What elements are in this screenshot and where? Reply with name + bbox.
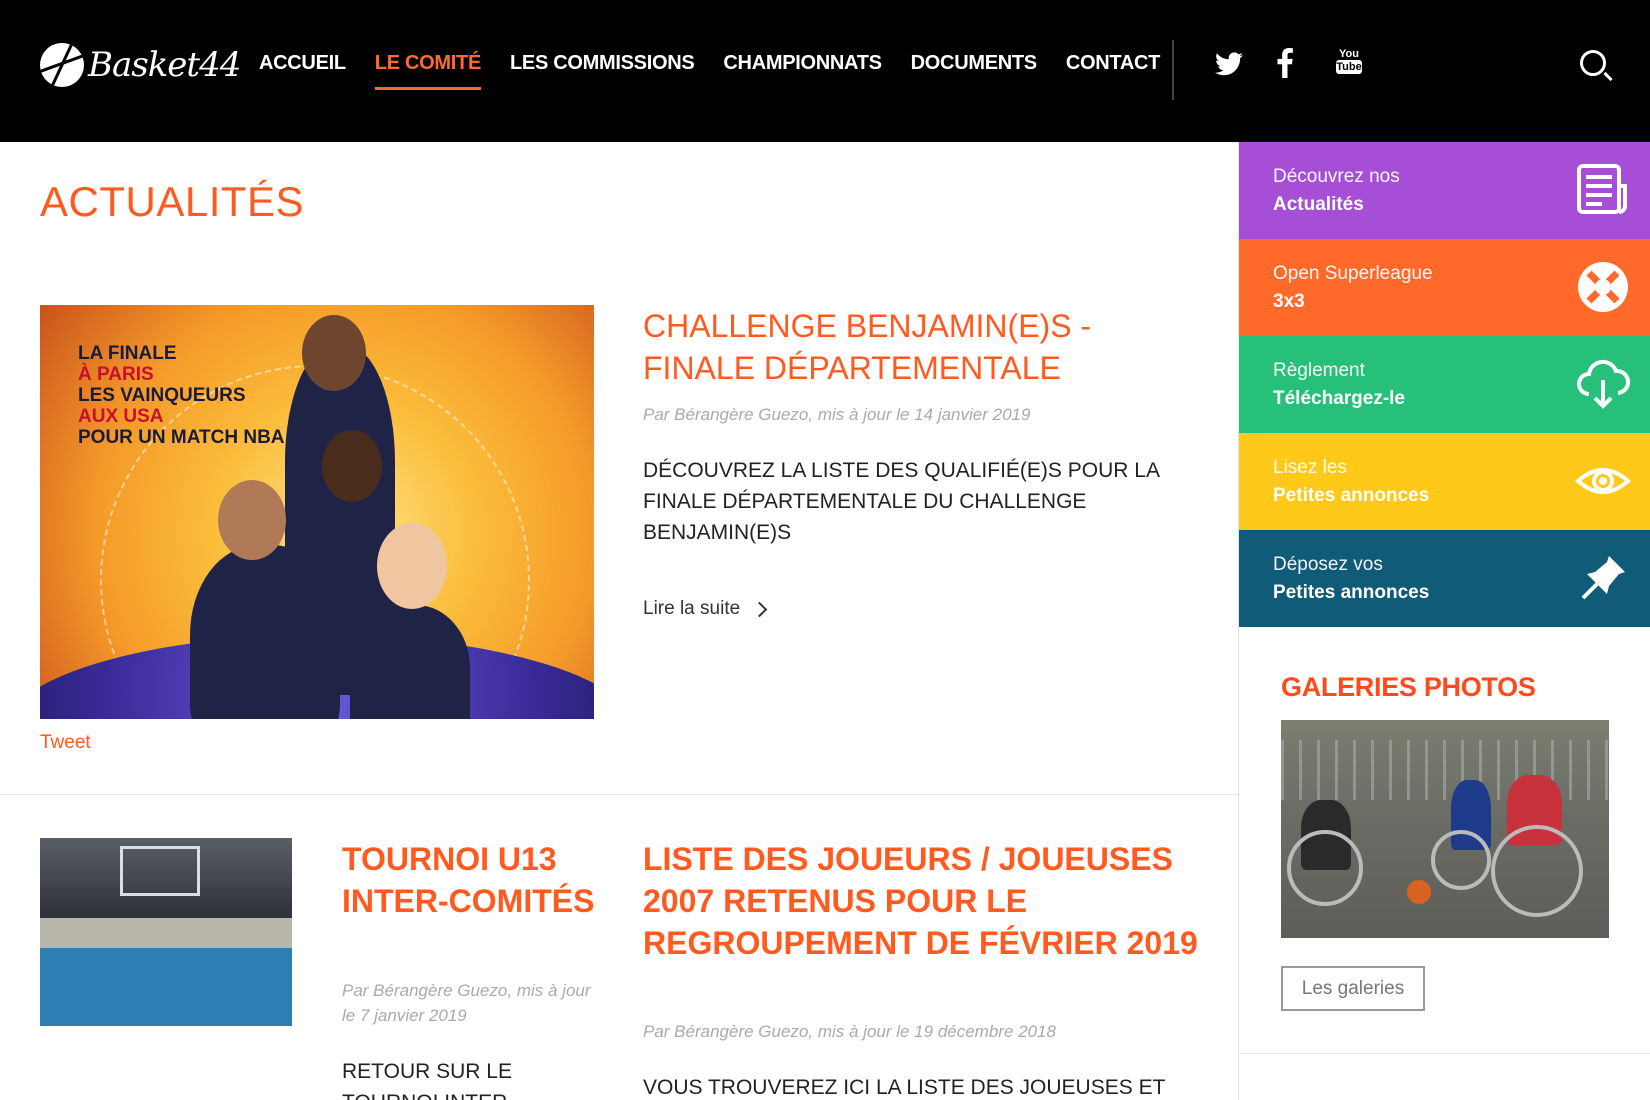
featured-article-title[interactable]: CHALLENGE BENJAMIN(E)S - FINALE DÉPARTEM… <box>643 305 1163 389</box>
tile-line2: Petites annonces <box>1273 485 1430 506</box>
player-head <box>302 315 366 391</box>
chevron-right-icon <box>751 601 768 617</box>
nav-item-contact[interactable]: CONTACT <box>1066 52 1160 90</box>
sidebar-tile-actualites[interactable]: Découvrez nos Actualités <box>1239 142 1650 239</box>
wheel-graphic <box>1431 830 1491 890</box>
player-head <box>218 480 286 560</box>
twitter-icon[interactable] <box>1215 52 1243 76</box>
basketball-logo-icon <box>40 43 84 87</box>
read-more-label: Lire la suite <box>643 598 741 619</box>
player-head <box>322 430 382 502</box>
nav-item-documents[interactable]: DOCUMENTS <box>911 52 1037 90</box>
gallery-photo[interactable] <box>1281 720 1609 938</box>
promo-text: LA FINALE À PARIS LES VAINQUEURS AUX USA… <box>78 343 285 448</box>
tile-line2: 3x3 <box>1273 291 1305 312</box>
tile-line1: Déposez vos <box>1273 554 1383 575</box>
article-divider <box>0 794 1238 795</box>
featured-article-image[interactable]: LA FINALE À PARIS LES VAINQUEURS AUX USA… <box>40 305 594 719</box>
gallery-title: GALERIES PHOTOS <box>1281 672 1536 702</box>
article-summary: RETOUR SUR LE TOURNOI INTER <box>342 1060 512 1100</box>
gym-floor <box>40 948 292 1026</box>
sidebar-tile-reglement[interactable]: Règlement Téléchargez-le <box>1239 336 1650 433</box>
player-head <box>377 523 447 609</box>
article-summary: VOUS TROUVEREZ ICI LA LISTE DES JOUEUSES… <box>643 1076 1166 1099</box>
article-meta: Par Bérangère Guezo, mis à jour le 7 jan… <box>342 981 591 1025</box>
read-more-link[interactable]: Lire la suite <box>643 598 768 620</box>
backboard-graphic <box>120 846 200 896</box>
cloud-download-icon <box>1577 359 1631 409</box>
tile-line2: Téléchargez-le <box>1273 388 1405 409</box>
galleries-button[interactable]: Les galeries <box>1281 966 1425 1011</box>
tile-line2: Actualités <box>1273 194 1364 215</box>
tile-line1: Lisez les <box>1273 457 1347 478</box>
basketball-graphic <box>1407 880 1431 904</box>
promo-line: AUX USA <box>78 406 164 427</box>
nav-item-les-commissions[interactable]: LES COMMISSIONS <box>510 52 695 90</box>
sidebar-tile-superleague[interactable]: Open Superleague 3x3 <box>1239 239 1650 336</box>
newspaper-icon <box>1577 164 1627 214</box>
featured-article-summary: DÉCOUVREZ LA LISTE DES QUALIFIÉ(E)S POUR… <box>643 459 1159 544</box>
youtube-icon[interactable]: You Tube <box>1336 48 1362 82</box>
sidebar-divider <box>1239 1053 1650 1054</box>
main-nav: ACCUEIL LE COMITÉ LES COMMISSIONS CHAMPI… <box>259 52 1189 90</box>
nav-item-le-comite[interactable]: LE COMITÉ <box>374 52 481 90</box>
tile-line1: Découvrez nos <box>1273 166 1400 187</box>
search-icon[interactable] <box>1580 50 1606 76</box>
youtube-text-top: You <box>1339 48 1359 60</box>
promo-line: POUR UN MATCH NBA <box>78 427 285 448</box>
promo-line: À PARIS <box>78 364 154 385</box>
article-title[interactable]: LISTE DES JOUEURS / JOUEUSES 2007 RETENU… <box>643 838 1203 964</box>
article-thumbnail-gym[interactable] <box>40 838 292 1026</box>
site-logo[interactable]: Basket44 <box>40 40 241 90</box>
facebook-icon[interactable] <box>1277 48 1293 78</box>
wheel-graphic <box>1287 830 1363 906</box>
promo-line: LA FINALE <box>78 343 177 364</box>
youtube-text-bottom: Tube <box>1336 60 1362 74</box>
tweet-link[interactable]: Tweet <box>40 732 91 754</box>
article-meta: Par Bérangère Guezo, mis à jour le 19 dé… <box>643 1022 1056 1041</box>
logo-text: Basket44 <box>88 45 241 85</box>
article-title[interactable]: TOURNOI U13 INTER-COMITÉS <box>342 838 602 922</box>
3x3-ball-icon <box>1578 262 1628 312</box>
nav-item-accueil[interactable]: ACCUEIL <box>259 52 346 90</box>
nav-item-championnats[interactable]: CHAMPIONNATS <box>723 52 882 90</box>
player-silhouette <box>350 605 470 719</box>
tile-line1: Open Superleague <box>1273 263 1433 284</box>
tile-line1: Règlement <box>1273 360 1365 381</box>
tile-line2: Petites annonces <box>1273 582 1430 603</box>
promo-line: LES VAINQUEURS <box>78 385 246 406</box>
gym-wall <box>40 918 292 948</box>
eye-icon <box>1575 468 1631 494</box>
wheel-graphic <box>1491 825 1583 917</box>
site-header: Basket44 ACCUEIL LE COMITÉ LES COMMISSIO… <box>0 0 1650 142</box>
page-title: ACTUALITÉS <box>40 178 305 225</box>
sidebar-tile-lisez-annonces[interactable]: Lisez les Petites annonces <box>1239 433 1650 530</box>
pin-icon <box>1581 556 1625 600</box>
sidebar-tile-deposez-annonces[interactable]: Déposez vos Petites annonces <box>1239 530 1650 627</box>
featured-article-meta: Par Bérangère Guezo, mis à jour le 14 ja… <box>643 405 1031 424</box>
nav-divider <box>1172 40 1174 100</box>
